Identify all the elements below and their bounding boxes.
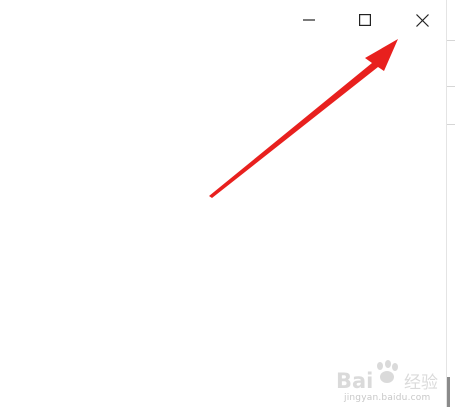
edge-divider: [447, 40, 455, 41]
minimize-icon: [303, 19, 315, 21]
watermark-brand: Bai: [336, 369, 373, 393]
minimize-button[interactable]: [286, 0, 332, 40]
annotation-arrow: [209, 39, 398, 198]
arrow-shape: [209, 39, 398, 198]
close-button[interactable]: [399, 0, 445, 40]
close-icon: [415, 13, 429, 27]
edge-divider: [447, 86, 455, 87]
window-client-area: Bai 经验 jingyan.baidu.com: [0, 0, 455, 407]
watermark-url: jingyan.baidu.com: [344, 393, 431, 403]
watermark-label: 经验: [404, 373, 438, 393]
maximize-icon: [359, 14, 371, 26]
adjacent-window-edge: [446, 0, 455, 407]
watermark-logo: Bai 经验: [336, 360, 438, 393]
scrollbar-thumb[interactable]: [447, 377, 450, 407]
paw-icon: [377, 360, 398, 383]
maximize-button[interactable]: [342, 0, 388, 40]
edge-divider: [447, 124, 455, 125]
